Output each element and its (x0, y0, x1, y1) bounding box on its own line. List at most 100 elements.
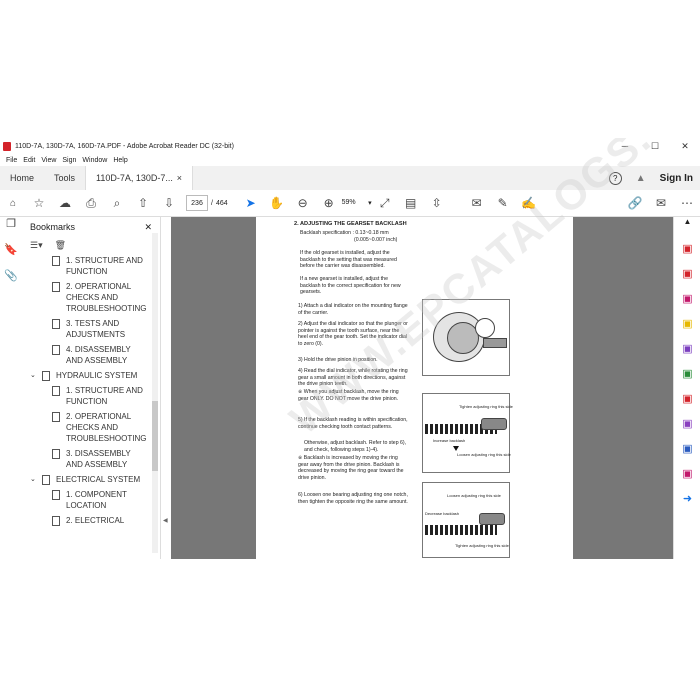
acrobat-window: 110D-7A, 130D-7A, 160D-7A.PDF - Adobe Ac… (0, 138, 700, 559)
tab-tools[interactable]: Tools (44, 166, 85, 190)
bookmark-label: ELECTRICAL SYSTEM (56, 475, 141, 484)
bookmark-list: 1. STRUCTURE AND FUNCTION 2. OPERATIONAL… (22, 253, 160, 526)
menu-bar: File Edit View Sign Window Help (0, 154, 700, 166)
menu-file[interactable]: File (6, 157, 17, 164)
menu-window[interactable]: Window (82, 157, 107, 164)
bookmark-item[interactable]: 2. OPERATIONAL CHECKS AND TROUBLESHOOTIN… (22, 411, 160, 444)
tab-home[interactable]: Home (0, 166, 44, 190)
tab-document[interactable]: 110D-7A, 130D-7... × (85, 166, 194, 190)
sign-in-button[interactable]: Sign In (660, 173, 693, 184)
bookmark-item[interactable]: 1. COMPONENT LOCATION (22, 489, 160, 511)
close-window-button[interactable]: ✕ (670, 141, 700, 152)
more-tools-icon[interactable]: ⋯ (674, 196, 700, 210)
print-icon[interactable]: ⎙ (78, 196, 104, 211)
menu-view[interactable]: View (41, 157, 56, 164)
bookmark-item[interactable]: 3. TESTS AND ADJUSTMENTS (22, 318, 160, 340)
bell-icon[interactable]: ▲ (636, 173, 646, 184)
scroll-up-icon[interactable]: ▲ (674, 217, 700, 242)
home-icon[interactable]: ⌂ (0, 198, 26, 209)
zoom-level: 59% (341, 199, 356, 206)
page-thumbnails-icon[interactable]: ❐ (0, 217, 22, 243)
export-arrow-icon[interactable]: ➜ (674, 492, 700, 517)
step-4: 4) Read the dial indicator, while rotati… (298, 368, 408, 388)
bookmark-flag-icon (42, 371, 50, 381)
window-title: 110D-7A, 130D-7A, 160D-7A.PDF - Adobe Ac… (15, 142, 234, 150)
bookmark-item[interactable]: 1. STRUCTURE AND FUNCTION (22, 385, 160, 407)
bookmark-item[interactable]: 3. DISASSEMBLY AND ASSEMBLY (22, 448, 160, 470)
compress-pdf-icon[interactable]: ▣ (674, 392, 700, 417)
pinion-shape (481, 418, 507, 430)
bookmark-item[interactable]: 2. OPERATIONAL CHECKS AND TROUBLESHOOTIN… (22, 281, 160, 314)
sign-icon[interactable]: ✍ (516, 196, 542, 210)
help-icon[interactable]: ? (608, 171, 622, 185)
collapse-panel-icon[interactable]: ◀ (163, 517, 168, 524)
search-icon[interactable]: ⌕ (104, 196, 130, 211)
bookmarks-close-icon[interactable]: ✕ (144, 222, 152, 233)
scrollbar-thumb[interactable] (152, 401, 158, 471)
protect-icon[interactable]: ▣ (674, 442, 700, 467)
fill-sign-icon[interactable]: ▣ (674, 417, 700, 442)
zoom-out-icon[interactable]: ⊖ (290, 196, 316, 210)
arrow-icon (453, 446, 459, 451)
fig3-mid-label: Decrease backlash (425, 511, 460, 516)
bookmark-item[interactable]: 2. ELECTRICAL (22, 515, 160, 526)
bookmark-flag-icon (52, 490, 60, 500)
options-menu-icon[interactable]: ☰▾ (30, 240, 43, 251)
paragraph-new-gearset: If a new gearset is installed, adjust th… (300, 276, 401, 296)
email-icon[interactable]: ✉ (648, 196, 674, 210)
comment-tool-icon[interactable]: ▣ (674, 317, 700, 342)
pinion-shaft-shape (483, 338, 507, 348)
hand-tool-icon[interactable]: ✋ (264, 196, 290, 210)
maximize-button[interactable]: ☐ (640, 141, 670, 152)
bookmark-section[interactable]: ⌄ HYDRAULIC SYSTEM (22, 370, 160, 381)
share-link-icon[interactable]: 🔗 (622, 196, 648, 210)
page-number-input[interactable]: 236 (186, 195, 208, 211)
bookmarks-options: ☰▾ 🗑 (22, 237, 160, 253)
bookmarks-panel-icon[interactable]: 🔖 (0, 243, 22, 269)
figure-dial-indicator (422, 299, 510, 376)
page-up-icon[interactable]: ⇧ (130, 196, 156, 210)
combine-files-icon[interactable]: ▣ (674, 342, 700, 367)
page-down-icon[interactable]: ⇩ (156, 196, 182, 210)
cloud-upload-icon[interactable]: ☁ (52, 196, 78, 210)
step-5-otherwise: Otherwise, adjust backlash. Refer to ste… (304, 440, 407, 453)
pdf-page: 2. ADJUSTING THE GEARSET BACKLASH Backla… (256, 217, 573, 559)
fit-page-icon[interactable]: ⤢ (372, 196, 398, 211)
menu-sign[interactable]: Sign (62, 157, 76, 164)
bookmark-label: 3. TESTS AND ADJUSTMENTS (66, 319, 126, 339)
bookmarks-scrollbar[interactable] (152, 233, 158, 553)
zoom-in-icon[interactable]: ⊕ (316, 196, 342, 210)
attachments-icon[interactable]: 📎 (0, 269, 22, 295)
delete-bookmark-icon[interactable]: 🗑 (55, 240, 66, 251)
fig3-bottom-label: Tighten adjusting ring this side (455, 543, 509, 548)
bookmark-item[interactable]: 4. DISASSEMBLY AND ASSEMBLY (22, 344, 160, 366)
bookmark-item[interactable]: 1. STRUCTURE AND FUNCTION (22, 255, 160, 277)
fig2-top-label: Tighten adjusting ring this side (459, 404, 513, 409)
zoom-dropdown[interactable]: 59% ▾ (342, 199, 372, 207)
bookmark-star-icon[interactable]: ☆ (26, 196, 52, 210)
export-pdf-icon[interactable]: ▣ (674, 242, 700, 267)
minimize-button[interactable]: ─ (610, 141, 640, 151)
bookmark-flag-icon (52, 282, 60, 292)
menu-help[interactable]: Help (113, 157, 127, 164)
create-pdf-icon[interactable]: ▣ (674, 267, 700, 292)
chevron-down-icon[interactable]: ⌄ (30, 370, 38, 381)
bookmark-label: 4. DISASSEMBLY AND ASSEMBLY (66, 345, 131, 365)
comment-icon[interactable]: ✉ (464, 196, 490, 210)
page-display-icon[interactable]: ▤ (398, 196, 424, 210)
edit-pdf-icon[interactable]: ▣ (674, 292, 700, 317)
more-tool-icon[interactable]: ▣ (674, 467, 700, 492)
organize-pages-icon[interactable]: ▣ (674, 367, 700, 392)
tab-close-icon[interactable]: × (177, 173, 182, 183)
bookmark-label: 1. COMPONENT LOCATION (66, 490, 127, 510)
menu-edit[interactable]: Edit (23, 157, 35, 164)
select-cursor-icon[interactable]: ➤ (238, 196, 264, 210)
chevron-down-icon[interactable]: ⌄ (30, 474, 38, 485)
spec-line: Backlash specification : 0.13~0.18 mm (300, 230, 389, 236)
bookmark-section[interactable]: ⌄ ELECTRICAL SYSTEM (22, 474, 160, 485)
highlight-pen-icon[interactable]: ✎ (490, 196, 516, 210)
scroll-mode-icon[interactable]: ⇳ (424, 196, 450, 210)
bookmark-label: 1. STRUCTURE AND FUNCTION (66, 386, 143, 406)
acrobat-app-icon (3, 141, 11, 151)
bookmarks-panel: Bookmarks ✕ ☰▾ 🗑 1. STRUCTURE AND FUNCTI… (22, 217, 161, 559)
